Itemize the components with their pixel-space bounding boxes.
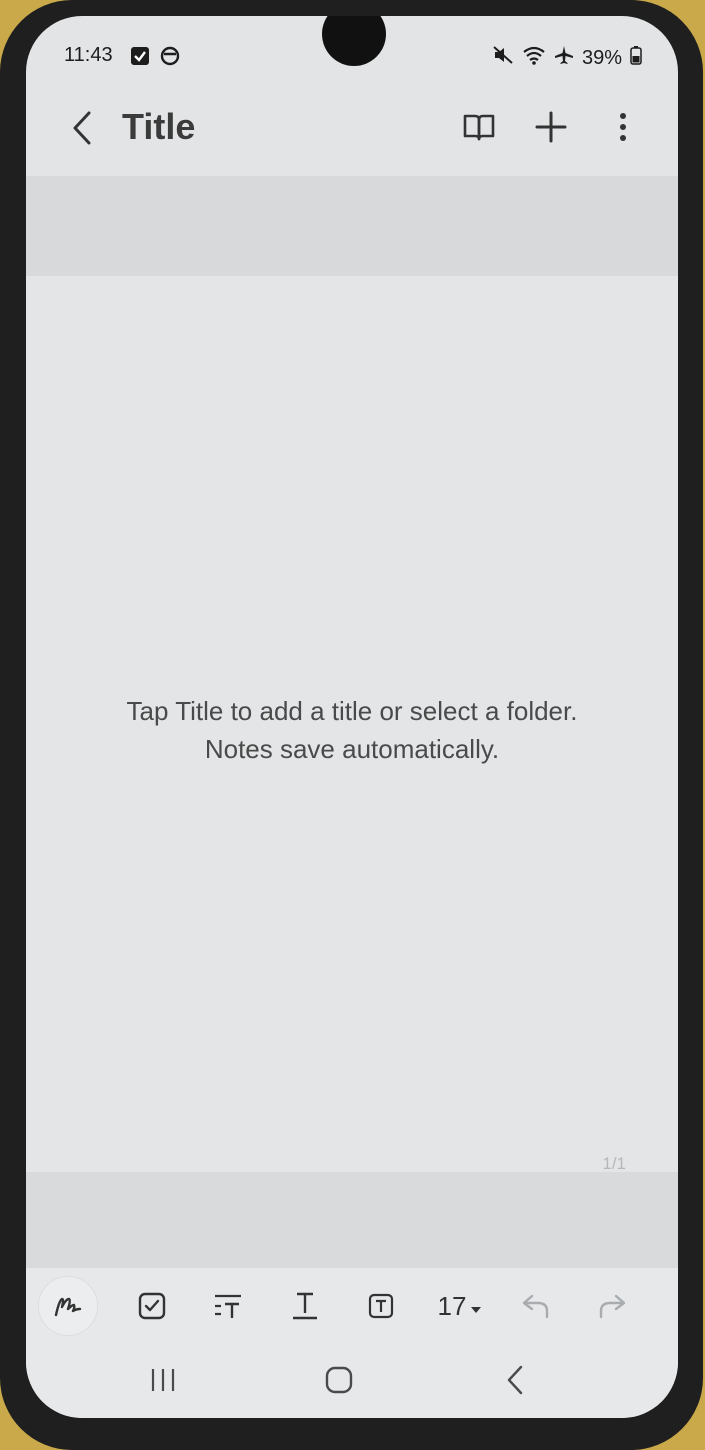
- device-screen: 11:43 39% Title Tap Title to add a title…: [26, 16, 678, 1418]
- airplane-mode-icon: [554, 45, 574, 71]
- status-time: 11:43: [64, 44, 113, 66]
- hint-line-1: Tap Title to add a title or select a fol…: [126, 696, 578, 726]
- chevron-down-icon: [470, 1291, 482, 1322]
- system-navigation-bar: [26, 1342, 678, 1418]
- app-bar: Title: [26, 94, 678, 164]
- mute-icon: [492, 45, 514, 71]
- reading-mode-icon[interactable]: [460, 108, 498, 146]
- redo-icon[interactable]: [586, 1280, 638, 1332]
- note-title[interactable]: Title: [122, 106, 195, 148]
- back-icon[interactable]: [490, 1360, 540, 1400]
- battery-icon: [630, 45, 642, 71]
- text-box-icon[interactable]: [355, 1280, 407, 1332]
- note-bottom-area[interactable]: [26, 1172, 678, 1268]
- wifi-icon: [522, 45, 546, 71]
- hint-line-2: Notes save automatically.: [204, 734, 500, 764]
- font-size-selector[interactable]: 17: [430, 1280, 490, 1332]
- checklist-icon[interactable]: [126, 1280, 178, 1332]
- pen-mode-icon[interactable]: [38, 1276, 98, 1336]
- empty-note-hint: Tap Title to add a title or select a fol…: [26, 692, 678, 768]
- recent-apps-icon[interactable]: [138, 1360, 188, 1400]
- more-options-icon[interactable]: [604, 108, 642, 146]
- checkbox-notification-icon: [130, 46, 150, 72]
- status-bar: 11:43 39%: [26, 42, 678, 72]
- home-icon[interactable]: [314, 1360, 364, 1400]
- font-size-value: 17: [437, 1290, 467, 1321]
- text-format-icon[interactable]: [279, 1280, 331, 1332]
- text-style-icon[interactable]: [202, 1280, 254, 1332]
- editing-toolbar: 17: [26, 1268, 678, 1342]
- undo-icon[interactable]: [510, 1280, 562, 1332]
- add-icon[interactable]: [532, 108, 570, 146]
- back-arrow-icon[interactable]: [64, 108, 100, 148]
- sync-notification-icon: [160, 46, 180, 72]
- battery-percentage: 39%: [581, 46, 622, 69]
- title-area[interactable]: [26, 176, 678, 276]
- page-indicator: 1/1: [602, 1154, 626, 1173]
